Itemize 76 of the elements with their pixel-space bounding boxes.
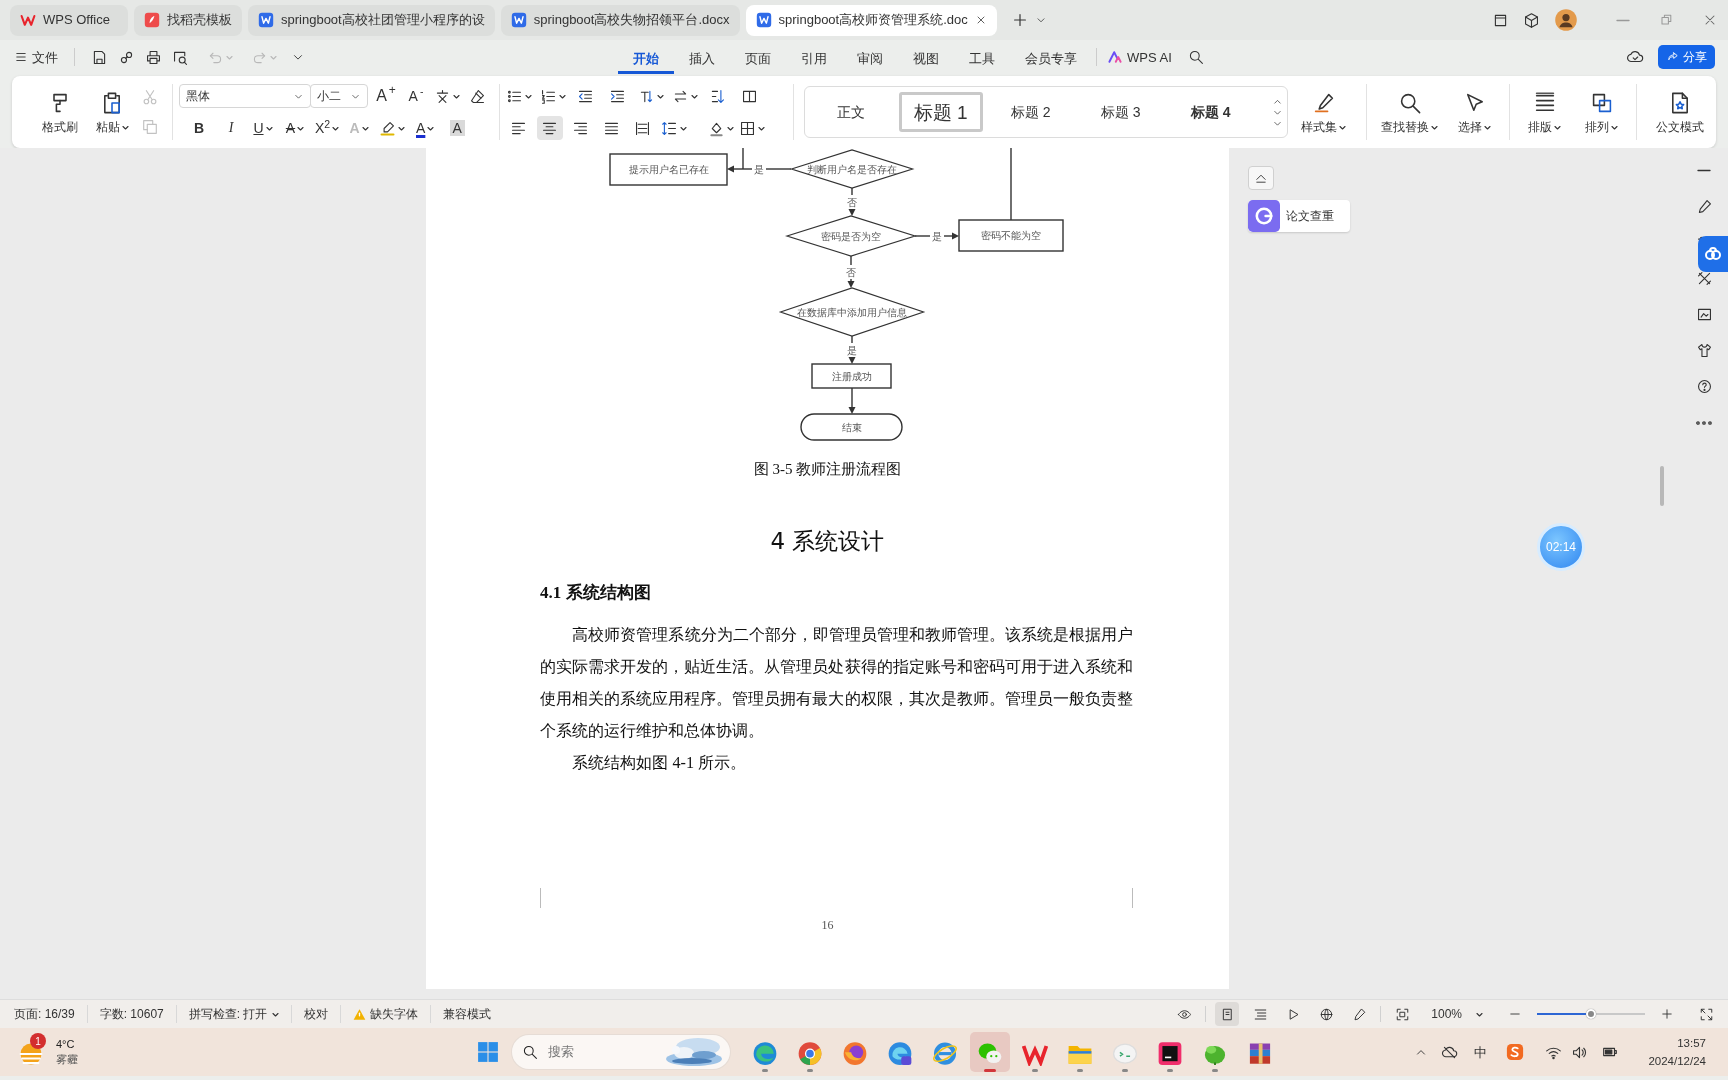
menu-tab[interactable]: 页面: [730, 46, 786, 74]
wps-ai-button[interactable]: WPS AI: [1107, 49, 1172, 65]
font-color-button[interactable]: A: [413, 116, 438, 140]
tab-title: WPS Office: [43, 11, 110, 30]
end-terminal: 结束: [800, 413, 903, 441]
body-paragraph: 高校师资管理系统分为二个部分，即管理员管理和教师管理。该系统是根据用户的实际需求开发的，贴近生活。从管理员处获得的指定账号和密码可用于进入系统和使用相关的系统应用程序。管理员拥有最大的权限，其次是教师。管理员一般负责整个系统的运行维护和总体协调。: [540, 625, 1133, 742]
tab-title: springboot高校失物招领平台.docx: [533, 11, 730, 30]
menu-tab[interactable]: 审阅: [842, 46, 898, 74]
status-text: 页面: 16/39: [14, 1006, 75, 1023]
body-paragraph: 系统结构如图 4-1 所示。: [571, 753, 748, 774]
bold-button[interactable]: B: [187, 116, 211, 140]
menu-tab[interactable]: 视图: [898, 46, 954, 74]
style-item[interactable]: 标题 1: [898, 92, 983, 132]
character-shading-button[interactable]: A: [445, 116, 470, 140]
typesetting-button[interactable]: 排版: [1520, 91, 1570, 133]
find-replace-button[interactable]: 查找替换: [1377, 91, 1443, 133]
chapter-heading: 4 系统设计: [770, 528, 885, 554]
zoom-dropdown[interactable]: 100%: [1431, 1008, 1483, 1020]
input-method-button[interactable]: 中: [1471, 1045, 1490, 1059]
style-item[interactable]: 标题 4: [1168, 92, 1253, 132]
weather-condition-text: 雾霾: [56, 1052, 78, 1067]
menu-tab[interactable]: 会员专享: [1010, 46, 1092, 74]
menu-tab[interactable]: 工具: [954, 46, 1010, 74]
search-input[interactable]: 搜索: [546, 1041, 636, 1063]
status-text[interactable]: 缺失字体: [370, 1005, 419, 1023]
official-mode-button[interactable]: 公文模式: [1647, 91, 1713, 133]
edge-label: 否: [847, 196, 857, 208]
document-tab[interactable]: springboot高校师资管理系统.doc: [745, 4, 997, 36]
edge-label: 否: [846, 266, 856, 278]
process-box: 提示用户名已存在: [609, 153, 728, 186]
menu-tab[interactable]: 引用: [786, 46, 842, 74]
page-number: 16: [821, 918, 834, 932]
font-size-select[interactable]: 小二: [310, 84, 368, 108]
document-tab[interactable]: 找稻壳模板: [134, 4, 242, 36]
edge-label: 是: [932, 230, 942, 242]
taskbar-search-field[interactable]: 搜索: [512, 1035, 730, 1069]
edge-label: 是: [847, 344, 857, 356]
decision-diamond: 在数据库中添加用户信息: [778, 287, 926, 337]
clock-button[interactable]: 13:57 2024/12/24: [1648, 1034, 1706, 1070]
document-tab[interactable]: springboot高校社团管理小程序的设: [248, 4, 495, 36]
style-set-button[interactable]: 样式集: [1291, 91, 1357, 133]
share-button[interactable]: 分享: [1658, 45, 1715, 69]
style-item[interactable]: 标题 3: [1078, 92, 1163, 132]
file-menu-button[interactable]: 文件: [14, 50, 58, 64]
style-item[interactable]: 标题 2: [988, 92, 1073, 132]
tab-title: springboot高校师资管理系统.doc: [778, 11, 968, 30]
section-heading: 4.1 系统结构图: [540, 583, 651, 602]
shrink-font-button[interactable]: A$^{-}$: [404, 84, 428, 108]
select-button[interactable]: 选择: [1450, 91, 1500, 133]
underline-button[interactable]: U: [251, 116, 275, 140]
paste-button[interactable]: 粘贴: [86, 91, 138, 133]
menu-tab[interactable]: 插入: [674, 46, 730, 74]
status-text: 校对: [304, 1006, 329, 1023]
decision-diamond: 判断用户名是否存在: [789, 149, 915, 189]
paper-check-button[interactable]: 论文查重: [1248, 200, 1350, 232]
document-tab[interactable]: springboot高校失物招领平台.docx: [500, 4, 740, 36]
figure-caption: 图 3-5 教师注册流程图: [753, 461, 902, 477]
tab-title: 找稻壳模板: [167, 11, 232, 30]
status-text: 字数: 10607: [99, 1006, 164, 1023]
status-text: 兼容模式: [443, 1006, 492, 1023]
document-tab[interactable]: WPS Office: [10, 4, 128, 36]
strikethrough-button[interactable]: A: [283, 116, 307, 140]
italic-button[interactable]: I: [219, 116, 243, 140]
process-box: 密码不能为空: [958, 219, 1064, 252]
style-item[interactable]: 正文: [808, 92, 893, 132]
process-box: 注册成功: [811, 363, 892, 389]
superscript-button[interactable]: X$^{2}$: [315, 116, 340, 140]
edge-label: 是: [754, 163, 764, 175]
decision-diamond: 密码是否为空: [785, 215, 917, 257]
notification-badge: 1: [30, 1033, 46, 1049]
temperature-text: 4°C: [56, 1037, 76, 1052]
arrange-button[interactable]: 排列: [1577, 91, 1627, 133]
format-painter-button[interactable]: 格式刷: [34, 91, 86, 133]
spell-check-dropdown[interactable]: 拼写检查: 打开: [188, 1005, 280, 1023]
tab-title: springboot高校社团管理小程序的设: [281, 11, 485, 30]
grow-font-button[interactable]: A$^{+}$: [374, 84, 398, 108]
